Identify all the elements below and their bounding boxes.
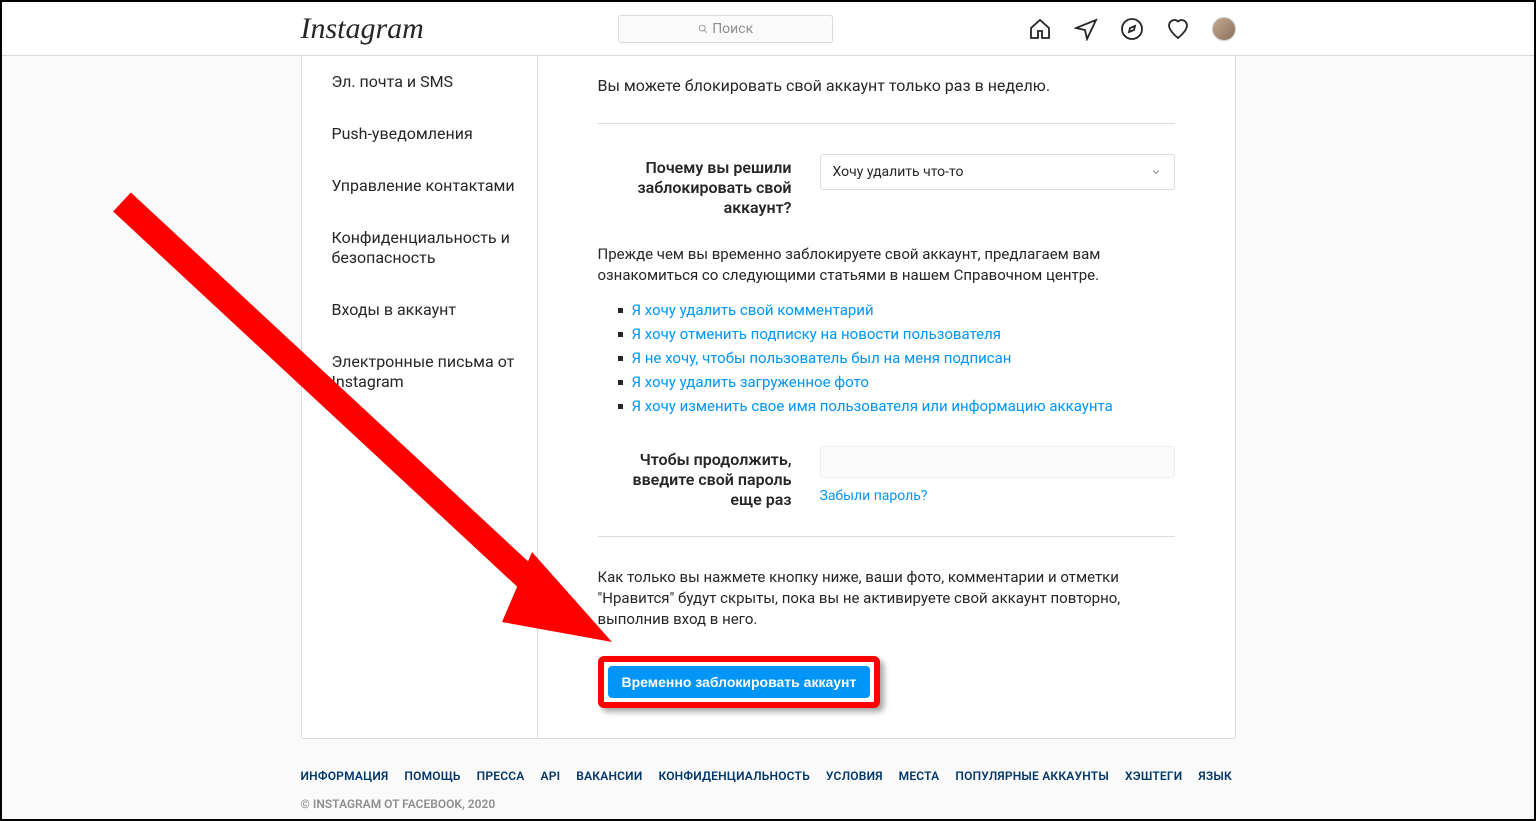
list-item: Я хочу удалить свой комментарий [618,298,1175,322]
list-item: Я хочу изменить свое имя пользователя ил… [618,394,1175,418]
copyright: © INSTAGRAM ОТ FACEBOOK, 2020 [301,797,1236,811]
sidebar-item-logins[interactable]: Входы в аккаунт [302,284,537,336]
forgot-password-link[interactable]: Забыли пароль? [820,488,928,504]
footer: ИНФОРМАЦИЯ ПОМОЩЬ ПРЕССА API ВАКАНСИИ КО… [301,769,1236,811]
main-panel: Вы можете блокировать свой аккаунт тольк… [538,56,1235,738]
settings-sidebar: Эл. почта и SMS Push-уведомления Управле… [302,56,538,738]
nav-icons [1028,17,1236,41]
explore-icon[interactable] [1120,17,1144,41]
messages-icon[interactable] [1074,17,1098,41]
list-item: Я хочу удалить загруженное фото [618,370,1175,394]
home-icon[interactable] [1028,17,1052,41]
reason-selected-value: Хочу удалить что-то [833,164,964,180]
password-row: Чтобы продолжить, введите свой пароль ещ… [598,446,1175,510]
help-intro: Прежде чем вы временно заблокируете свой… [598,244,1175,286]
avatar[interactable] [1212,17,1236,41]
search-placeholder: Поиск [712,21,753,37]
help-link-unfollow[interactable]: Я хочу отменить подписку на новости поль… [632,325,1002,343]
limit-note: Вы можете блокировать свой аккаунт тольк… [598,76,1175,95]
sidebar-item-emails[interactable]: Электронные письма от Instagram [302,336,537,408]
final-note: Как только вы нажмете кнопку ниже, ваши … [598,567,1175,630]
footer-link[interactable]: ПОПУЛЯРНЫЕ АККАУНТЫ [955,769,1109,783]
search-icon [698,24,708,34]
footer-link[interactable]: ВАКАНСИИ [576,769,642,783]
sidebar-item-email-sms[interactable]: Эл. почта и SMS [302,56,537,108]
footer-link[interactable]: КОНФИДЕНЦИАЛЬНОСТЬ [658,769,809,783]
activity-icon[interactable] [1166,17,1190,41]
settings-container: Эл. почта и SMS Push-уведомления Управле… [301,56,1236,739]
separator [598,536,1175,537]
help-links: Я хочу удалить свой комментарий Я хочу о… [598,298,1175,418]
reason-label: Почему вы решили заблокировать свой акка… [598,154,792,218]
reason-row: Почему вы решили заблокировать свой акка… [598,154,1175,218]
footer-link[interactable]: ПОМОЩЬ [404,769,460,783]
sidebar-item-push[interactable]: Push-уведомления [302,108,537,160]
sidebar-item-privacy[interactable]: Конфиденциальность и безопасность [302,212,537,284]
chevron-down-icon [1150,166,1162,178]
help-link-remove-follower[interactable]: Я не хочу, чтобы пользователь был на мен… [632,349,1012,367]
list-item: Я не хочу, чтобы пользователь был на мен… [618,346,1175,370]
separator [598,123,1175,124]
search-input[interactable]: Поиск [618,15,833,43]
footer-link[interactable]: ХЭШТЕГИ [1125,769,1182,783]
password-input[interactable] [820,446,1175,478]
top-bar: Instagram Поиск [2,2,1534,56]
help-link-delete-photo[interactable]: Я хочу удалить загруженное фото [632,373,870,391]
password-label: Чтобы продолжить, введите свой пароль ещ… [598,446,792,510]
footer-link[interactable]: ПРЕССА [477,769,525,783]
logo[interactable]: Instagram [301,12,424,46]
list-item: Я хочу отменить подписку на новости поль… [618,322,1175,346]
sidebar-item-contacts[interactable]: Управление контактами [302,160,537,212]
footer-link[interactable]: МЕСТА [899,769,940,783]
footer-link[interactable]: ЯЗЫК [1198,769,1232,783]
highlight-box: Временно заблокировать аккаунт [598,656,881,708]
reason-select[interactable]: Хочу удалить что-то [820,154,1175,190]
help-link-change-username[interactable]: Я хочу изменить свое имя пользователя ил… [632,397,1113,415]
footer-link[interactable]: УСЛОВИЯ [826,769,883,783]
footer-link[interactable]: API [541,769,561,783]
disable-account-button[interactable]: Временно заблокировать аккаунт [608,666,871,698]
footer-link[interactable]: ИНФОРМАЦИЯ [301,769,389,783]
help-link-delete-comment[interactable]: Я хочу удалить свой комментарий [632,301,874,319]
footer-links: ИНФОРМАЦИЯ ПОМОЩЬ ПРЕССА API ВАКАНСИИ КО… [301,769,1236,783]
